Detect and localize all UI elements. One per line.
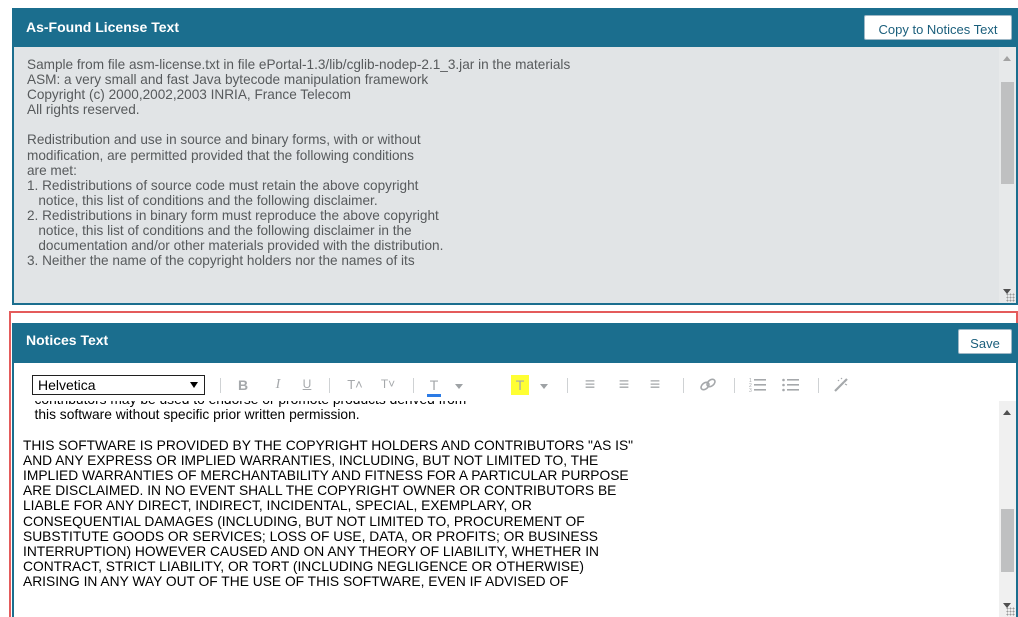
- editor-toolbar: Helvetica B I U T˄ T˅ T T ≡ ≡ ≡ 1 2 3: [14, 363, 1016, 401]
- resize-grip-icon[interactable]: [1006, 293, 1015, 302]
- notices-editor: Helvetica B I U T˄ T˅ T T ≡ ≡ ≡ 1 2 3 th…: [14, 363, 1016, 617]
- font-family-select[interactable]: Helvetica: [32, 375, 205, 395]
- scroll-up-arrow-icon[interactable]: [1003, 410, 1011, 415]
- notices-scroll-thumb[interactable]: [1001, 509, 1014, 572]
- ordered-list-glyph: 1 2 3: [749, 378, 766, 394]
- svg-text:3: 3: [749, 388, 752, 393]
- save-button[interactable]: Save: [958, 329, 1012, 354]
- chevron-down-icon[interactable]: [455, 384, 463, 389]
- unordered-list-icon[interactable]: [782, 377, 800, 395]
- as-found-scrollbar[interactable]: [999, 47, 1016, 303]
- scroll-up-arrow-icon[interactable]: [1003, 56, 1011, 61]
- notices-panel-header: Notices Text Save: [12, 323, 1018, 361]
- clear-format-icon[interactable]: [832, 377, 852, 395]
- notices-panel-title: Notices Text: [26, 332, 109, 348]
- underline-icon[interactable]: U: [301, 377, 313, 395]
- as-found-text-area[interactable]: Sample from file asm-license.txt in file…: [14, 47, 1016, 303]
- as-found-license-text: Sample from file asm-license.txt in file…: [27, 57, 571, 269]
- chevron-down-icon[interactable]: [540, 384, 548, 389]
- toolbar-divider: [329, 378, 330, 393]
- chevron-down-icon: [190, 382, 198, 388]
- font-size-increase-icon[interactable]: T˄: [346, 377, 364, 395]
- as-found-panel-header: As-Found License Text Copy to Notices Te…: [12, 8, 1018, 46]
- toolbar-divider: [220, 378, 221, 393]
- as-found-panel-title: As-Found License Text: [26, 19, 179, 35]
- align-left-icon[interactable]: ≡: [582, 374, 598, 394]
- text-color-icon[interactable]: T: [426, 377, 442, 397]
- notices-text-panel: Notices Text Save Helvetica B I U T˄ T˅ …: [12, 323, 1018, 617]
- link-glyph: [700, 378, 716, 391]
- toolbar-divider: [734, 378, 735, 393]
- toolbar-divider: [567, 378, 568, 393]
- font-family-value: Helvetica: [38, 377, 96, 393]
- as-found-license-panel: As-Found License Text Copy to Notices Te…: [12, 8, 1018, 305]
- clear-format-glyph: [834, 377, 848, 392]
- align-right-icon[interactable]: ≡: [647, 374, 663, 394]
- font-size-decrease-icon[interactable]: T˅: [379, 377, 397, 395]
- resize-grip-icon[interactable]: [1006, 607, 1015, 616]
- link-icon[interactable]: [698, 377, 718, 395]
- highlight-color-icon[interactable]: T: [511, 375, 529, 395]
- notices-scrollbar[interactable]: [999, 401, 1016, 617]
- bold-icon[interactable]: B: [236, 377, 250, 395]
- align-center-icon[interactable]: ≡: [616, 374, 632, 394]
- italic-icon[interactable]: I: [272, 377, 284, 395]
- as-found-scroll-thumb[interactable]: [1001, 82, 1014, 184]
- notices-license-text: contributors may be used to endorse or p…: [23, 401, 634, 590]
- toolbar-divider: [413, 378, 414, 393]
- toolbar-divider: [683, 378, 684, 393]
- ordered-list-icon[interactable]: 1 2 3: [749, 377, 767, 395]
- text-color-glyph: T: [429, 377, 439, 393]
- unordered-list-glyph: [782, 378, 799, 392]
- notices-text-area[interactable]: contributors may be used to endorse or p…: [14, 401, 1016, 617]
- toolbar-divider: [818, 378, 819, 393]
- text-color-swatch: [427, 394, 441, 397]
- copy-to-notices-button[interactable]: Copy to Notices Text: [864, 15, 1012, 40]
